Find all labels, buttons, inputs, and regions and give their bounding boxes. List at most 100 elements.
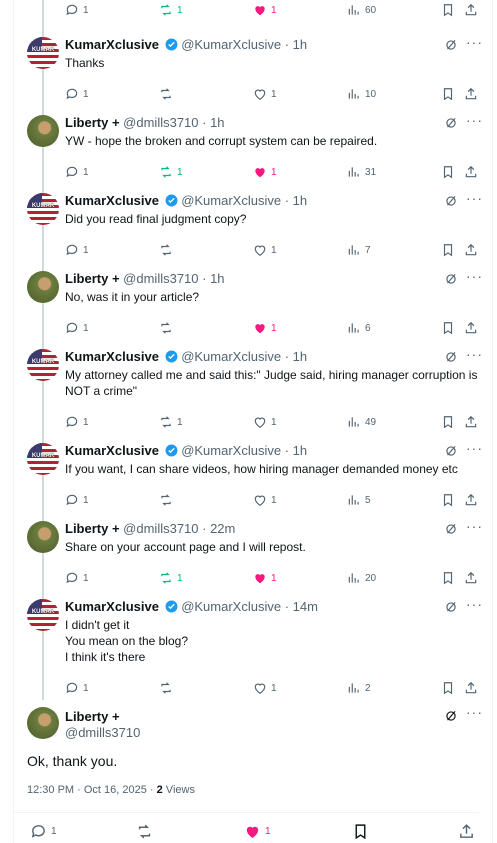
author-name[interactable]: KumarXclusive bbox=[65, 599, 159, 614]
author-handle[interactable]: @KumarXclusive bbox=[181, 599, 281, 614]
views-action[interactable]: 10 bbox=[347, 85, 376, 103]
bookmark-action[interactable] bbox=[441, 491, 455, 509]
more-options-icon[interactable]: ··· bbox=[466, 440, 483, 456]
bookmark-action[interactable] bbox=[441, 85, 455, 103]
repost-action[interactable]: 1 bbox=[159, 163, 183, 181]
bookmark-action[interactable] bbox=[441, 679, 455, 697]
avatar[interactable] bbox=[27, 115, 59, 147]
views-action[interactable]: 20 bbox=[347, 569, 376, 587]
author-name[interactable]: KumarXclusive bbox=[65, 37, 159, 52]
more-options-icon[interactable]: ··· bbox=[466, 596, 483, 612]
like-action[interactable]: 1 bbox=[253, 163, 277, 181]
grok-icon[interactable] bbox=[444, 272, 458, 286]
repost-action[interactable]: 1 bbox=[159, 413, 183, 431]
grok-icon[interactable] bbox=[444, 350, 458, 364]
bookmark-action[interactable] bbox=[441, 1, 455, 19]
avatar[interactable]: KUMAR bbox=[27, 193, 59, 225]
share-action[interactable] bbox=[464, 413, 478, 431]
author-name[interactable]: Liberty + bbox=[65, 271, 120, 286]
author-handle[interactable]: @KumarXclusive bbox=[181, 443, 281, 458]
reply-action[interactable]: 1 bbox=[65, 569, 89, 587]
repost-action[interactable]: 1 bbox=[159, 569, 183, 587]
bookmark-action[interactable] bbox=[352, 822, 369, 840]
share-action[interactable] bbox=[464, 491, 478, 509]
post-time[interactable]: · 1h bbox=[202, 271, 224, 286]
more-options-icon[interactable]: ··· bbox=[466, 346, 483, 362]
share-action[interactable] bbox=[458, 822, 475, 840]
reply-action[interactable]: 1 bbox=[65, 413, 89, 431]
repost-action[interactable] bbox=[159, 85, 177, 103]
more-options-icon[interactable]: ··· bbox=[466, 268, 483, 284]
avatar[interactable]: KUMAR bbox=[27, 599, 59, 631]
post-time[interactable]: · 1h bbox=[285, 193, 307, 208]
reply-action[interactable]: 1 bbox=[65, 85, 89, 103]
repost-action[interactable]: 1 bbox=[159, 1, 183, 19]
author-handle[interactable]: @KumarXclusive bbox=[181, 349, 281, 364]
views-action[interactable]: 31 bbox=[347, 163, 376, 181]
like-action[interactable]: 1 bbox=[244, 822, 271, 840]
grok-icon[interactable] bbox=[444, 600, 458, 614]
reply-action[interactable]: 1 bbox=[65, 319, 89, 337]
repost-action[interactable] bbox=[159, 241, 177, 259]
grok-icon[interactable] bbox=[444, 38, 458, 52]
like-action[interactable]: 1 bbox=[253, 413, 277, 431]
views-action[interactable]: 7 bbox=[347, 241, 371, 259]
author-name[interactable]: KumarXclusive bbox=[65, 443, 159, 458]
avatar[interactable]: KUMAR bbox=[27, 349, 59, 381]
post-time[interactable]: · 22m bbox=[202, 521, 235, 536]
repost-action[interactable] bbox=[159, 319, 177, 337]
reply-action[interactable]: 1 bbox=[65, 491, 89, 509]
author-handle[interactable]: @dmills3710 bbox=[123, 521, 198, 536]
post-time[interactable]: · 1h bbox=[285, 349, 307, 364]
author-handle[interactable]: @dmills3710 bbox=[123, 115, 198, 130]
grok-icon[interactable] bbox=[444, 709, 458, 723]
post-time[interactable]: · 14m bbox=[285, 599, 318, 614]
reply-action[interactable]: 1 bbox=[65, 679, 89, 697]
post-time[interactable]: · 1h bbox=[202, 115, 224, 130]
author-name[interactable]: KumarXclusive bbox=[65, 193, 159, 208]
grok-icon[interactable] bbox=[444, 444, 458, 458]
reply-action[interactable]: 1 bbox=[65, 241, 89, 259]
bookmark-action[interactable] bbox=[441, 319, 455, 337]
like-action[interactable]: 1 bbox=[253, 319, 277, 337]
more-options-icon[interactable]: ··· bbox=[466, 704, 483, 720]
author-handle[interactable]: @dmills3710 bbox=[123, 271, 198, 286]
share-action[interactable] bbox=[464, 319, 478, 337]
share-action[interactable] bbox=[464, 241, 478, 259]
share-action[interactable] bbox=[464, 85, 478, 103]
more-options-icon[interactable]: ··· bbox=[466, 34, 483, 50]
more-options-icon[interactable]: ··· bbox=[466, 112, 483, 128]
bookmark-action[interactable] bbox=[441, 413, 455, 431]
like-action[interactable]: 1 bbox=[253, 679, 277, 697]
reply-action[interactable]: 1 bbox=[30, 822, 57, 840]
like-action[interactable]: 1 bbox=[253, 1, 277, 19]
author-handle[interactable]: @KumarXclusive bbox=[181, 37, 281, 52]
bookmark-action[interactable] bbox=[441, 163, 455, 181]
author-name[interactable]: Liberty + bbox=[65, 115, 120, 130]
like-action[interactable]: 1 bbox=[253, 569, 277, 587]
share-action[interactable] bbox=[464, 569, 478, 587]
views-action[interactable]: 2 bbox=[347, 679, 371, 697]
more-options-icon[interactable]: ··· bbox=[466, 190, 483, 206]
repost-action[interactable] bbox=[159, 491, 177, 509]
post-time[interactable]: · 1h bbox=[285, 443, 307, 458]
share-action[interactable] bbox=[464, 679, 478, 697]
share-action[interactable] bbox=[464, 1, 478, 19]
views-action[interactable]: 5 bbox=[347, 491, 371, 509]
repost-action[interactable] bbox=[159, 679, 177, 697]
avatar[interactable]: KUMAR bbox=[27, 37, 59, 69]
author-name[interactable]: KumarXclusive bbox=[65, 349, 159, 364]
post-timestamp[interactable]: 12:30 PM · Oct 16, 2025 · bbox=[27, 784, 157, 796]
author-handle[interactable]: @dmills3710 bbox=[65, 725, 140, 740]
like-action[interactable]: 1 bbox=[253, 85, 277, 103]
views-action[interactable]: 60 bbox=[347, 1, 376, 19]
avatar[interactable]: KUMAR bbox=[27, 443, 59, 475]
reply-action[interactable]: 1 bbox=[65, 1, 89, 19]
views-action[interactable]: 49 bbox=[347, 413, 376, 431]
like-action[interactable]: 1 bbox=[253, 491, 277, 509]
author-handle[interactable]: @KumarXclusive bbox=[181, 193, 281, 208]
like-action[interactable]: 1 bbox=[253, 241, 277, 259]
grok-icon[interactable] bbox=[444, 194, 458, 208]
bookmark-action[interactable] bbox=[441, 241, 455, 259]
grok-icon[interactable] bbox=[444, 116, 458, 130]
